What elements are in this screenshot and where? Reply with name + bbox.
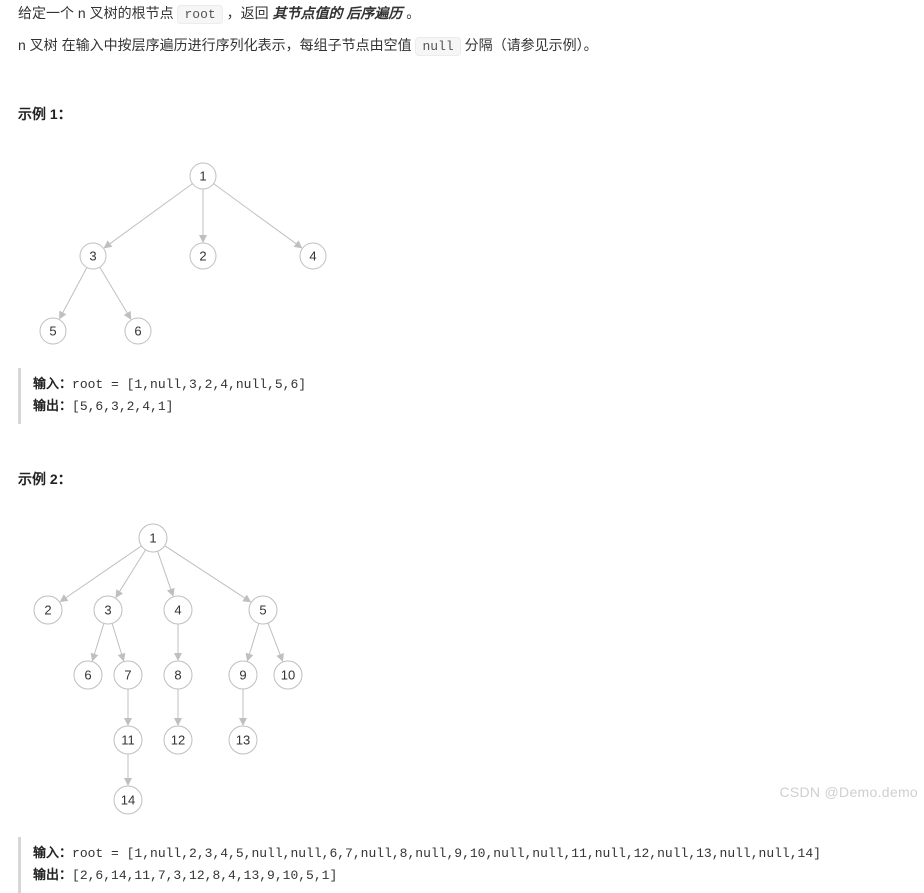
tree-node-label: 6 <box>134 323 141 338</box>
problem-paragraph-1: 给定一个 n 叉树的根节点 root ，返回 其节点值的 后序遍历 。 <box>18 0 906 28</box>
p1-mid: ，返回 <box>227 5 273 21</box>
tree-node-label: 3 <box>104 603 111 618</box>
inline-code-null: null <box>415 37 460 56</box>
tree-node-label: 5 <box>49 323 56 338</box>
tree-node-label: 8 <box>174 668 181 683</box>
example1-io-block: 输入：root = [1,null,3,2,4,null,5,6] 输出：[5,… <box>18 368 906 424</box>
p2-suffix: 分隔（请参见示例）。 <box>465 37 598 53</box>
example1-tree-container: 1 3 2 4 5 6 <box>18 138 906 362</box>
p2-prefix: n 叉树 在输入中按层序遍历进行序列化表示，每组子节点由空值 <box>18 37 415 53</box>
tree-node-label: 11 <box>121 733 135 748</box>
tree-node-label: 3 <box>89 248 96 263</box>
example2-tree: 1234567891011121314 <box>18 510 318 825</box>
p1-emph-strong: 后序遍历 <box>346 5 402 21</box>
tree-node-label: 4 <box>174 603 181 618</box>
example2-output-label: 输出： <box>33 867 72 882</box>
example1-heading: 示例 1： <box>18 101 906 128</box>
tree-node-label: 14 <box>121 793 135 808</box>
tree-node-label: 1 <box>199 168 206 183</box>
tree-node-label: 10 <box>281 668 295 683</box>
tree-node-label: 12 <box>171 733 185 748</box>
example1-tree: 1 3 2 4 5 6 <box>18 146 348 356</box>
tree-node-label: 6 <box>84 668 91 683</box>
tree-node-label: 13 <box>236 733 250 748</box>
example2-input-value: root = [1,null,2,3,4,5,null,null,6,7,nul… <box>72 846 821 861</box>
inline-code-root: root <box>177 5 222 24</box>
tree-node-label: 7 <box>124 668 131 683</box>
p1-emph-pre: 其节点值的 <box>272 5 346 21</box>
example1-input-label: 输入： <box>33 376 72 391</box>
example2-output-value: [2,6,14,11,7,3,12,8,4,13,9,10,5,1] <box>72 868 337 883</box>
tree-node-label: 4 <box>309 248 316 263</box>
example2-input-label: 输入： <box>33 845 72 860</box>
example2-io-block: 输入：root = [1,null,2,3,4,5,null,null,6,7,… <box>18 837 906 893</box>
tree-node-label: 5 <box>259 603 266 618</box>
watermark: CSDN @Demo.demo <box>779 784 918 800</box>
example2-heading: 示例 2： <box>18 466 906 493</box>
example1-output-label: 输出： <box>33 398 72 413</box>
p1-suffix: 。 <box>406 5 420 21</box>
p1-prefix: 给定一个 n 叉树的根节点 <box>18 5 177 21</box>
tree-node-label: 1 <box>149 531 156 546</box>
example1-input-value: root = [1,null,3,2,4,null,5,6] <box>72 377 306 392</box>
tree-node-label: 9 <box>239 668 246 683</box>
tree-node-label: 2 <box>44 603 51 618</box>
problem-paragraph-2: n 叉树 在输入中按层序遍历进行序列化表示，每组子节点由空值 null 分隔（请… <box>18 32 906 60</box>
example1-output-value: [5,6,3,2,4,1] <box>72 399 173 414</box>
example2-tree-container: 1234567891011121314 <box>18 502 906 831</box>
tree-node-label: 2 <box>199 248 206 263</box>
